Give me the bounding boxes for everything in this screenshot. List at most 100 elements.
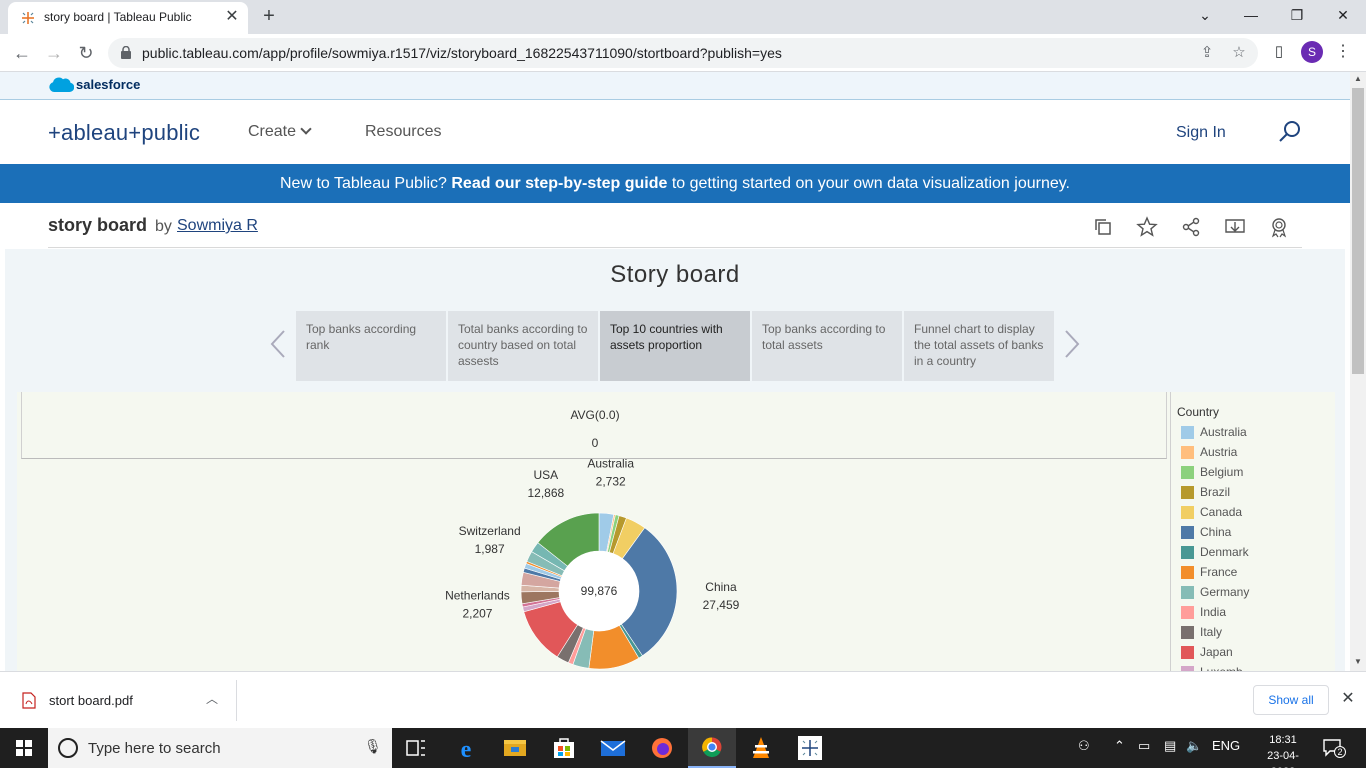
bookmark-star-icon[interactable]: ☆ <box>1228 42 1250 64</box>
pie-chart[interactable]: 99,876 USA 12,868 Australia 2,732 China 27,459… <box>17 392 1167 671</box>
tab-search-chevron-icon[interactable]: ⌄ <box>1182 0 1228 30</box>
file-explorer-icon[interactable] <box>491 728 539 768</box>
legend-swatch <box>1181 526 1194 539</box>
chevron-up-icon[interactable]: ︿ <box>204 690 220 708</box>
edge-browser-icon[interactable]: e <box>442 728 490 768</box>
story-container: Story board Top banks according rank Tot… <box>5 249 1345 671</box>
story-point-5[interactable]: Funnel chart to display the total assets… <box>904 311 1054 381</box>
story-point-2[interactable]: Total banks according to country based o… <box>448 311 598 381</box>
minimize-icon[interactable]: — <box>1228 0 1274 30</box>
legend-item[interactable]: Canada <box>1181 505 1331 519</box>
download-icon[interactable] <box>1224 216 1246 238</box>
back-icon[interactable]: ← <box>10 41 34 65</box>
url-text: public.tableau.com/app/profile/sowmiya.r… <box>142 45 782 61</box>
copy-icon[interactable] <box>1092 216 1114 238</box>
viz-author-link[interactable]: Sowmiya R <box>177 217 258 235</box>
legend-item[interactable]: Brazil <box>1181 485 1331 499</box>
legend-item[interactable]: Belgium <box>1181 465 1331 479</box>
notification-center-icon[interactable]: 2 <box>1322 738 1346 758</box>
legend-label: India <box>1200 605 1227 619</box>
story-point-3[interactable]: Top 10 countries with assets proportion <box>600 311 750 381</box>
legend-item[interactable]: Austria <box>1181 445 1331 459</box>
scroll-down-icon[interactable]: ▼ <box>1350 657 1366 669</box>
profile-avatar[interactable]: S <box>1301 41 1323 63</box>
task-view-icon[interactable] <box>392 728 440 768</box>
scroll-thumb[interactable] <box>1352 88 1364 374</box>
browser-tab[interactable]: story board | Tableau Public ✕ <box>8 2 248 34</box>
story-point-4[interactable]: Top banks according to total assets <box>752 311 902 381</box>
legend-item[interactable]: France <box>1181 565 1331 579</box>
pdf-file-icon <box>22 692 36 709</box>
browser-menu-icon[interactable]: ⋮ <box>1334 41 1352 63</box>
pie-label-name: Netherlands <box>445 589 510 603</box>
search-icon[interactable] <box>1278 120 1302 144</box>
pie-label-value: 27,459 <box>703 598 740 612</box>
legend-item[interactable]: Germany <box>1181 585 1331 599</box>
banner-prefix: New to Tableau Public? <box>279 175 452 192</box>
tableau-public-logo[interactable]: +ableau+public <box>48 120 200 146</box>
share-icon[interactable]: ⇪ <box>1196 42 1218 64</box>
address-bar[interactable]: public.tableau.com/app/profile/sowmiya.r… <box>108 38 1258 68</box>
sign-in-link[interactable]: Sign In <box>1176 124 1226 142</box>
banner-guide-link[interactable]: Read our step-by-step guide <box>451 175 667 192</box>
story-next-arrow-icon[interactable] <box>1064 329 1080 359</box>
legend-item[interactable]: Italy <box>1181 625 1331 639</box>
vlc-icon[interactable] <box>737 728 785 768</box>
story-prev-arrow-icon[interactable] <box>270 329 286 359</box>
volume-icon[interactable]: 🔈 <box>1186 738 1202 754</box>
legend-item[interactable]: India <box>1181 605 1331 619</box>
legend-item[interactable]: Japan <box>1181 645 1331 659</box>
scroll-up-icon[interactable]: ▲ <box>1350 74 1366 86</box>
pie-label-name: Switzerland <box>459 524 521 538</box>
close-tab-icon[interactable]: ✕ <box>222 7 242 27</box>
windows-taskbar: Type here to search 🎙 e ⚇ ⌃ ▭ ▤ 🔈 ENG 18… <box>0 728 1366 778</box>
nav-create-label: Create <box>248 123 297 140</box>
nav-create[interactable]: Create <box>248 123 312 141</box>
network-icon[interactable]: ▤ <box>1164 738 1176 754</box>
chevron-up-tray-icon[interactable]: ⌃ <box>1114 738 1125 754</box>
search-icon <box>58 738 78 758</box>
nav-resources[interactable]: Resources <box>365 123 441 141</box>
new-tab-icon[interactable]: + <box>258 5 280 27</box>
legend-item[interactable]: Denmark <box>1181 545 1331 559</box>
show-all-button[interactable]: Show all <box>1253 685 1329 715</box>
legend-label: Canada <box>1200 505 1243 519</box>
download-file-name[interactable]: stort board.pdf <box>49 693 133 708</box>
clock-date: 23-04-2023 <box>1267 750 1299 778</box>
tableau-app-icon[interactable] <box>786 728 834 768</box>
language-indicator[interactable]: ENG <box>1212 738 1240 753</box>
close-shelf-icon[interactable]: ✕ <box>1338 689 1358 709</box>
favorite-star-icon[interactable] <box>1136 216 1158 238</box>
mail-icon[interactable] <box>589 728 637 768</box>
legend-swatch <box>1181 566 1194 579</box>
battery-icon[interactable]: ▭ <box>1138 738 1150 754</box>
page-scrollbar[interactable]: ▲ ▼ <box>1350 72 1366 671</box>
restore-icon[interactable]: ❐ <box>1274 0 1320 30</box>
legend-item[interactable]: Australia <box>1181 425 1331 439</box>
share-network-icon[interactable] <box>1180 216 1202 238</box>
legend-swatch <box>1181 586 1194 599</box>
taskbar-search-box[interactable]: Type here to search 🎙 <box>48 728 392 768</box>
lock-icon <box>121 46 131 59</box>
legend-label: Italy <box>1200 625 1223 639</box>
system-clock[interactable]: 18:31 23-04-2023 <box>1258 732 1308 780</box>
legend-swatch <box>1181 626 1194 639</box>
chrome-icon[interactable] <box>688 728 736 768</box>
award-ribbon-icon[interactable] <box>1268 216 1290 238</box>
people-icon[interactable]: ⚇ <box>1078 738 1090 754</box>
side-panel-icon[interactable]: ▯ <box>1268 41 1290 63</box>
legend-item[interactable]: China <box>1181 525 1331 539</box>
divider <box>236 680 237 721</box>
window-close-icon[interactable]: ✕ <box>1320 0 1366 30</box>
salesforce-text: salesforce <box>76 77 141 92</box>
microphone-icon[interactable]: 🎙 <box>364 738 382 758</box>
store-icon[interactable] <box>540 728 588 768</box>
story-point-1[interactable]: Top banks according rank <box>296 311 446 381</box>
tableau-favicon-icon <box>22 12 34 24</box>
firefox-icon[interactable] <box>638 728 686 768</box>
browser-tab-strip: story board | Tableau Public ✕ + ⌄ — ❐ ✕ <box>0 0 1366 34</box>
windows-start-icon[interactable] <box>0 728 48 768</box>
reload-icon[interactable]: ↻ <box>74 41 98 65</box>
forward-icon[interactable]: → <box>42 41 66 65</box>
legend-label: Belgium <box>1200 465 1244 479</box>
